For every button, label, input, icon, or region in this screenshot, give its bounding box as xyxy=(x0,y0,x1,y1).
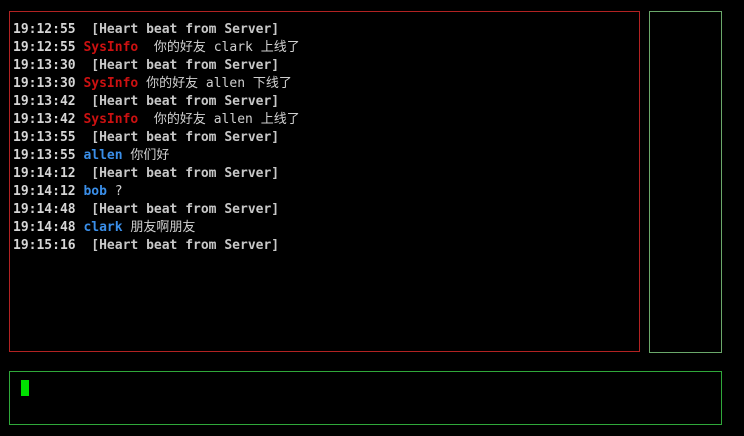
message-timestamp: 19:12:55 xyxy=(13,40,76,55)
chat-message-line: 19:14:12 [Heart beat from Server] xyxy=(13,165,639,183)
message-text: ? xyxy=(106,184,123,199)
heartbeat-message: [Heart beat from Server] xyxy=(83,202,280,217)
message-text: 你的好友 allen 上线了 xyxy=(138,112,300,127)
chat-message-line: 19:13:55 [Heart beat from Server] xyxy=(13,129,639,147)
message-text: 朋友啊朋友 xyxy=(122,220,196,235)
message-timestamp: 19:13:30 xyxy=(13,58,76,73)
message-text: 你的好友 clark 上线了 xyxy=(138,40,300,55)
text-cursor xyxy=(21,380,29,396)
chat-message-line: 19:15:16 [Heart beat from Server] xyxy=(13,237,639,255)
user-sender-label: bob xyxy=(83,184,107,199)
heartbeat-message: [Heart beat from Server] xyxy=(83,58,280,73)
heartbeat-message: [Heart beat from Server] xyxy=(83,166,280,181)
chat-message-line: 19:12:55 [Heart beat from Server] xyxy=(13,21,639,39)
chat-message-line: 19:14:48 clark 朋友啊朋友 xyxy=(13,219,639,237)
heartbeat-message: [Heart beat from Server] xyxy=(83,94,280,109)
chat-message-line: 19:13:30 SysInfo 你的好友 allen 下线了 xyxy=(13,75,639,93)
system-sender-label: SysInfo xyxy=(83,40,139,55)
message-input-box[interactable] xyxy=(9,371,722,425)
user-sender-label: allen xyxy=(83,148,123,163)
system-sender-label: SysInfo xyxy=(83,76,139,91)
online-users-panel[interactable] xyxy=(649,11,722,353)
chat-message-line: 19:13:42 SysInfo 你的好友 allen 上线了 xyxy=(13,111,639,129)
heartbeat-message: [Heart beat from Server] xyxy=(83,22,280,37)
chat-message-line: 19:14:48 [Heart beat from Server] xyxy=(13,201,639,219)
heartbeat-message: [Heart beat from Server] xyxy=(83,130,280,145)
chat-message-line: 19:13:42 [Heart beat from Server] xyxy=(13,93,639,111)
message-timestamp: 19:14:48 xyxy=(13,220,76,235)
user-sender-label: clark xyxy=(83,220,123,235)
message-text: 你的好友 allen 下线了 xyxy=(138,76,292,91)
heartbeat-message: [Heart beat from Server] xyxy=(83,238,280,253)
chat-message-line: 19:13:30 [Heart beat from Server] xyxy=(13,57,639,75)
chat-log-panel[interactable]: 19:12:55 [Heart beat from Server] 19:12:5… xyxy=(9,11,640,352)
chat-message-line: 19:13:55 allen 你们好 xyxy=(13,147,639,165)
chat-message-line: 19:14:12 bob ? xyxy=(13,183,639,201)
message-timestamp: 19:13:30 xyxy=(13,76,76,91)
message-timestamp: 19:13:42 xyxy=(13,94,76,109)
message-timestamp: 19:14:48 xyxy=(13,202,76,217)
chat-message-line: 19:12:55 SysInfo 你的好友 clark 上线了 xyxy=(13,39,639,57)
message-timestamp: 19:15:16 xyxy=(13,238,76,253)
message-timestamp: 19:14:12 xyxy=(13,166,76,181)
message-timestamp: 19:13:55 xyxy=(13,130,76,145)
message-text: 你们好 xyxy=(122,148,170,163)
message-timestamp: 19:13:55 xyxy=(13,148,76,163)
message-timestamp: 19:14:12 xyxy=(13,184,76,199)
system-sender-label: SysInfo xyxy=(83,112,139,127)
message-timestamp: 19:12:55 xyxy=(13,22,76,37)
message-timestamp: 19:13:42 xyxy=(13,112,76,127)
